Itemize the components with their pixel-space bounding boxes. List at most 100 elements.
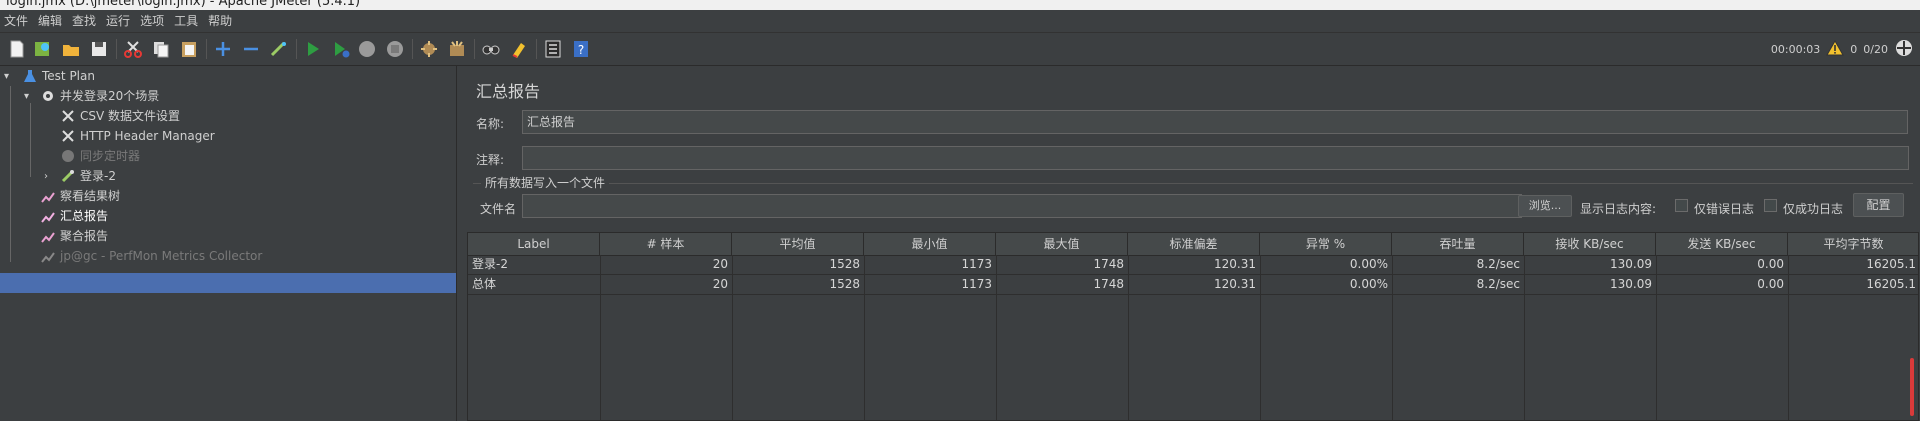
copy-icon[interactable]: [150, 38, 172, 60]
browse-button[interactable]: 浏览...: [1518, 195, 1572, 217]
tree-item-view-results-tree[interactable]: 察看结果树: [40, 186, 120, 206]
table-row[interactable]: 总体 20 1528 1173 1748 120.31 0.00% 8.2/se…: [468, 275, 1918, 295]
cell-max: 1748: [1093, 277, 1124, 291]
tree-item-label: 并发登录20个场景: [60, 89, 160, 103]
write-file-group-title: 所有数据写入一个文件: [481, 174, 610, 191]
tree-item-thread-group[interactable]: 并发登录20个场景: [40, 86, 159, 106]
new-icon[interactable]: [6, 38, 28, 60]
function-helper-icon[interactable]: [542, 38, 564, 60]
paste-icon[interactable]: [178, 38, 200, 60]
stop-icon[interactable]: [356, 38, 378, 60]
tree-item-aggregate-report[interactable]: 聚合报告: [40, 226, 108, 246]
clear-icon[interactable]: [418, 38, 440, 60]
cell-average: 1528: [829, 257, 860, 271]
save-icon[interactable]: [88, 38, 110, 60]
column-header-sent-kb[interactable]: 发送 KB/sec: [1656, 233, 1788, 255]
menubar: 文件 编辑 查找 运行 选项 工具 帮助: [0, 10, 1920, 33]
menu-edit[interactable]: 编辑: [34, 10, 68, 32]
toolbar: ? 00:00:03 0 0/20: [0, 33, 1920, 66]
tree-item-label: Test Plan: [42, 69, 95, 83]
name-field[interactable]: 汇总报告: [522, 110, 1908, 134]
menu-help[interactable]: 帮助: [204, 10, 238, 32]
tree-item-test-plan[interactable]: Test Plan: [22, 66, 95, 86]
log-content-label: 显示日志内容:: [1580, 202, 1657, 216]
column-header-received-kb[interactable]: 接收 KB/sec: [1524, 233, 1656, 255]
summary-report-panel: 汇总报告 名称: 汇总报告 注释: 所有数据写入一个文件 文件名 浏览... 显…: [459, 66, 1920, 421]
column-header-avg-bytes[interactable]: 平均字节数: [1788, 233, 1918, 255]
menu-file[interactable]: 文件: [0, 10, 34, 32]
wrench-icon: [60, 128, 76, 144]
cell-sent-kb: 0.00: [1757, 277, 1784, 291]
results-table: Label # 样本 平均值 最小值 最大值 标准偏差 异常 % 吞吐量 接收 …: [467, 232, 1919, 421]
column-header-throughput[interactable]: 吞吐量: [1392, 233, 1524, 255]
thread-count: 0/20: [1863, 42, 1888, 56]
cell-sent-kb: 0.00: [1757, 257, 1784, 271]
page-title: 汇总报告: [476, 82, 541, 101]
open-icon[interactable]: [60, 38, 82, 60]
tree-item-sync-timer[interactable]: 同步定时器: [60, 146, 140, 166]
warning-icon[interactable]: [1826, 39, 1845, 59]
tree-item-label: jp@gc - PerfMon Metrics Collector: [60, 249, 263, 263]
pipette-icon: [60, 168, 76, 184]
collapse-icon[interactable]: [240, 38, 262, 60]
success-only-checkbox[interactable]: [1764, 199, 1777, 212]
cell-received-kb: 130.09: [1610, 257, 1652, 271]
menu-search[interactable]: 查找: [68, 10, 102, 32]
tree-item-csv-config[interactable]: CSV 数据文件设置: [60, 106, 180, 126]
clear-all-icon[interactable]: [446, 38, 468, 60]
cut-icon[interactable]: [122, 38, 144, 60]
column-header-label[interactable]: Label: [468, 233, 600, 255]
expand-arrow-icon[interactable]: ▾: [24, 92, 34, 102]
cell-error-pct: 0.00%: [1349, 277, 1388, 291]
scroll-indicator[interactable]: [1910, 358, 1914, 416]
shutdown-icon[interactable]: [384, 38, 406, 60]
search-icon[interactable]: [480, 38, 502, 60]
errors-only-checkbox[interactable]: [1675, 199, 1688, 212]
cell-min: 1173: [961, 277, 992, 291]
column-header-max[interactable]: 最大值: [996, 233, 1128, 255]
expand-icon[interactable]: [212, 38, 234, 60]
tree-item-label: 汇总报告: [60, 209, 109, 223]
cell-samples: 20: [712, 257, 728, 271]
svg-text:?: ?: [578, 43, 584, 57]
templates-icon[interactable]: [32, 38, 54, 60]
configure-button[interactable]: 配置: [1853, 193, 1904, 217]
column-header-error-pct[interactable]: 异常 %: [1260, 233, 1392, 255]
remote-engine-icon[interactable]: [1894, 38, 1914, 61]
cell-average: 1528: [829, 277, 860, 291]
warning-count: 0: [1850, 42, 1858, 56]
cell-samples: 20: [712, 277, 728, 291]
start-no-timers-icon[interactable]: [330, 38, 352, 60]
collapse-arrow-icon[interactable]: ›: [44, 172, 54, 182]
table-row[interactable]: 登录-2 20 1528 1173 1748 120.31 0.00% 8.2/…: [468, 255, 1918, 275]
comment-field[interactable]: [522, 146, 1909, 170]
elapsed-timer: 00:00:03: [1770, 42, 1821, 56]
menu-options[interactable]: 选项: [136, 10, 170, 32]
column-header-std-dev[interactable]: 标准偏差: [1128, 233, 1260, 255]
tree-item-label: 聚合报告: [60, 229, 109, 243]
group-border: [473, 183, 1913, 184]
tree-item-login-sampler[interactable]: 登录-2: [60, 166, 116, 186]
expand-arrow-icon[interactable]: ▾: [4, 72, 14, 82]
flask-icon: [22, 68, 38, 84]
gear-icon: [40, 88, 56, 104]
filename-field[interactable]: [522, 194, 1522, 218]
start-icon[interactable]: [302, 38, 324, 60]
menu-tools[interactable]: 工具: [170, 10, 204, 32]
cell-avg-bytes: 16205.1: [1866, 257, 1916, 271]
tree-item-header-manager[interactable]: HTTP Header Manager: [60, 126, 215, 146]
tree-item-summary-report[interactable]: 汇总报告: [40, 206, 108, 226]
tree-item-label: 登录-2: [80, 169, 116, 183]
cell-std-dev: 120.31: [1214, 257, 1256, 271]
success-only-label: 仅成功日志: [1783, 202, 1844, 216]
menu-run[interactable]: 运行: [102, 10, 136, 32]
window-title: login.jmx (D:\jmeter\login.jmx) - Apache…: [6, 0, 361, 9]
toggle-icon[interactable]: [268, 38, 290, 60]
tree-item-label: CSV 数据文件设置: [80, 109, 181, 123]
column-header-samples[interactable]: # 样本: [600, 233, 732, 255]
tree-item-perfmon[interactable]: jp@gc - PerfMon Metrics Collector: [40, 246, 262, 266]
column-header-min[interactable]: 最小值: [864, 233, 996, 255]
reset-search-icon[interactable]: [508, 38, 530, 60]
column-header-average[interactable]: 平均值: [732, 233, 864, 255]
help-icon[interactable]: ?: [570, 38, 592, 60]
